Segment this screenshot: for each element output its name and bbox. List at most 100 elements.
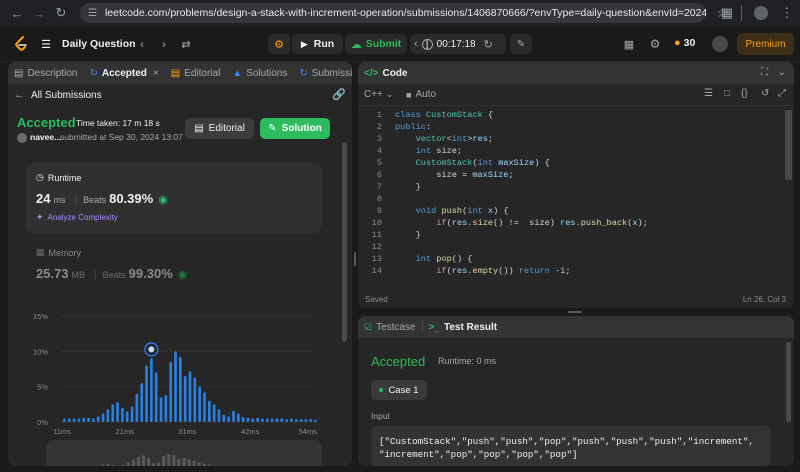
pause-icon[interactable]: ❙	[421, 38, 433, 50]
reload-icon[interactable]: ↻	[50, 2, 72, 24]
extensions-icon[interactable]: ▦	[716, 2, 738, 24]
collapse-timer-icon[interactable]: ‹	[414, 38, 418, 50]
case-1-button[interactable]: Case 1	[371, 380, 427, 400]
submitter-name[interactable]: navee...	[30, 132, 61, 142]
streak-counter[interactable]: ● 30	[674, 37, 695, 49]
chart-bar[interactable]	[309, 419, 313, 422]
next-problem-icon[interactable]: ›	[156, 35, 172, 53]
layout-grid-icon[interactable]: ▦	[620, 35, 638, 53]
chart-bar[interactable]	[72, 418, 76, 422]
runtime-card[interactable]: ◷ Runtime 24 ms | Beats 80.39% ◉ ✦ Analy…	[26, 163, 322, 233]
debug-icon[interactable]: ⚙	[268, 34, 290, 54]
reset-timer-icon[interactable]: ↻	[484, 38, 493, 51]
chart-bar[interactable]	[111, 404, 115, 422]
chart-bar[interactable]	[179, 356, 182, 422]
code-preview-card[interactable]	[46, 440, 322, 466]
address-bar[interactable]: ☰ leetcode.com/problems/design-a-stack-w…	[80, 3, 728, 23]
all-submissions-link[interactable]: ← All Submissions	[14, 89, 102, 101]
chart-bar[interactable]	[101, 413, 105, 422]
notes-list-icon[interactable]: ☰	[704, 88, 713, 99]
profile-avatar[interactable]	[754, 6, 768, 20]
chart-bar[interactable]	[135, 393, 139, 422]
chart-bar[interactable]	[256, 417, 259, 422]
chart-bar[interactable]	[265, 418, 269, 422]
chart-bar[interactable]	[280, 418, 284, 422]
chart-bar[interactable]	[193, 377, 197, 422]
chart-bar[interactable]	[270, 418, 274, 422]
tab-solutions[interactable]: ▲ Solutions	[226, 62, 293, 84]
chart-bar[interactable]	[169, 361, 173, 422]
auto-mode[interactable]: ■ Auto	[406, 89, 436, 100]
result-scrollbar[interactable]	[786, 342, 791, 422]
chart-bar[interactable]	[251, 418, 255, 422]
premium-button[interactable]: Premium	[737, 33, 794, 55]
chart-bar[interactable]	[275, 418, 279, 422]
chart-bar[interactable]	[294, 419, 298, 422]
chart-bar[interactable]	[217, 409, 221, 422]
horizontal-splitter[interactable]	[358, 308, 794, 316]
site-info-icon[interactable]: ☰	[88, 8, 97, 19]
tab-description[interactable]: ▤ Description	[8, 62, 83, 84]
chart-bar[interactable]	[314, 419, 317, 422]
bookmark-icon[interactable]: □	[724, 88, 730, 99]
editor-scrollbar[interactable]	[785, 110, 792, 180]
chart-bar[interactable]	[96, 416, 100, 422]
tab-test-result[interactable]: >_ Test Result	[423, 316, 504, 338]
maximize-icon[interactable]: ⛶	[761, 67, 768, 78]
chart-bar[interactable]	[183, 376, 187, 422]
chart-bar[interactable]	[159, 397, 163, 422]
memory-stats[interactable]: 25.73 MB | Beats 99.30% ◉	[36, 266, 187, 281]
editorial-button[interactable]: ▤ Editorial	[185, 118, 254, 139]
chart-bar[interactable]	[203, 392, 206, 422]
language-selector[interactable]: C++ ⌄	[364, 89, 393, 100]
chart-bar[interactable]	[67, 418, 71, 422]
chart-bar[interactable]	[125, 411, 129, 422]
expand-panel-icon[interactable]: ⌄	[778, 67, 786, 78]
chart-bar[interactable]	[304, 419, 308, 422]
chart-bar[interactable]	[87, 417, 90, 422]
back-arrow-icon[interactable]: ←	[6, 2, 28, 24]
run-button[interactable]: ▶ Run	[292, 34, 343, 54]
chart-bar[interactable]	[236, 413, 240, 422]
share-link-icon[interactable]: 🔗	[332, 88, 346, 101]
timer-widget[interactable]: ‹ ❙ 00:17:18 ↻	[410, 34, 506, 54]
chart-bar[interactable]	[92, 418, 95, 422]
prev-problem-icon[interactable]: ‹	[134, 35, 150, 53]
code-editor[interactable]: 1 class CustomStack {2 public: 3 vector<int…	[358, 110, 784, 282]
leetcode-logo-icon[interactable]	[14, 36, 28, 52]
problem-list-title[interactable]: Daily Question	[62, 38, 136, 50]
chart-bar[interactable]	[63, 418, 66, 422]
chart-bar[interactable]	[130, 406, 134, 422]
chart-bar[interactable]	[164, 395, 168, 422]
reset-code-icon[interactable]: ↺	[761, 88, 769, 99]
forward-arrow-icon[interactable]: →	[28, 2, 50, 24]
chart-bar[interactable]	[285, 419, 288, 422]
chart-bar[interactable]	[207, 400, 211, 422]
chart-bar[interactable]	[188, 371, 192, 422]
tab-accepted[interactable]: ↻ Accepted ×	[83, 62, 164, 84]
problem-list-icon[interactable]: ☰	[36, 35, 56, 53]
chart-bar[interactable]	[227, 416, 230, 422]
notes-icon[interactable]: ✎	[510, 34, 532, 54]
shuffle-icon[interactable]: ⇄	[178, 35, 194, 53]
chart-bar[interactable]	[116, 402, 119, 422]
tab-submissions[interactable]: ↻Submissio	[293, 62, 352, 84]
chart-bar[interactable]	[174, 351, 177, 422]
chart-bar[interactable]	[261, 418, 264, 422]
chart-bar[interactable]	[198, 386, 201, 422]
chart-bar[interactable]	[246, 417, 250, 422]
chart-bar[interactable]	[150, 358, 153, 422]
left-panel-scrollbar[interactable]	[342, 142, 347, 342]
chart-bar[interactable]	[154, 372, 158, 422]
format-braces-icon[interactable]: {}	[741, 88, 748, 99]
chart-bar[interactable]	[290, 418, 293, 422]
close-tab-icon[interactable]: ×	[153, 68, 159, 79]
chart-bar[interactable]	[106, 409, 110, 422]
chart-bar[interactable]	[121, 407, 124, 422]
chart-bar[interactable]	[299, 419, 303, 422]
chart-bar[interactable]	[140, 383, 144, 422]
runtime-distribution-chart[interactable]: 15% 10% 5% 0% 11ms 21ms 31ms 42ms 54ms	[26, 302, 326, 440]
fullscreen-icon[interactable]: ⤢	[778, 88, 786, 99]
settings-gear-icon[interactable]: ⚙	[646, 35, 664, 53]
memory-header[interactable]: ▩ Memory	[36, 247, 81, 258]
